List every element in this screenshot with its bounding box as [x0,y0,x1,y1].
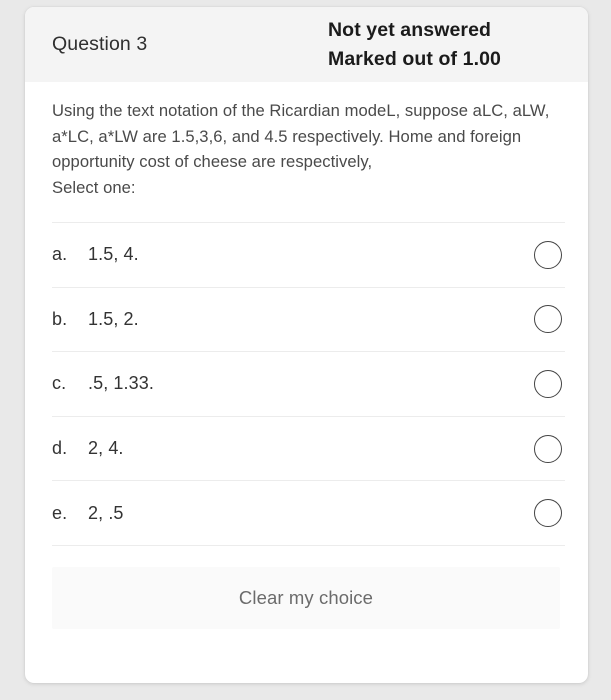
marks-status: Marked out of 1.00 [328,47,502,70]
answer-options-list: a. 1.5, 4. b. 1.5, 2. c. .5, 1.33. d. 2, [25,222,588,545]
radio-button-c[interactable] [534,369,562,398]
option-row-a[interactable]: a. 1.5, 4. [52,222,565,287]
question-text-container: Using the text notation of the Ricardian… [25,82,588,200]
answer-status: Not yet answered [328,18,492,41]
clear-choice-container: Clear my choice [52,544,565,629]
option-text: 1.5, 2. [88,308,139,329]
option-row-b[interactable]: b. 1.5, 2. [52,286,565,352]
option-letter: e. [52,502,68,523]
question-text: Using the text notation of the Ricardian… [52,101,550,171]
option-row-d[interactable]: d. 2, 4. [52,415,565,481]
option-letter: b. [52,308,68,329]
option-row-c[interactable]: c. .5, 1.33. [52,351,565,416]
option-text: 1.5, 4. [88,244,139,265]
radio-button-b[interactable] [534,305,562,334]
radio-button-d[interactable] [534,434,562,463]
option-text: 2, 4. [88,438,124,459]
option-letter: a. [52,244,68,265]
option-text: 2, .5 [88,502,124,523]
radio-button-e[interactable] [534,499,562,528]
question-body: Using the text notation of the Ricardian… [25,82,588,629]
question-number-container: Question 3 [25,7,328,82]
option-row-e[interactable]: e. 2, .5 [52,480,565,545]
question-card: Question 3 Not yet answered Marked out o… [25,7,588,683]
clear-my-choice-button[interactable]: Clear my choice [52,566,560,629]
question-number: Question 3 [52,33,148,55]
option-letter: c. [52,373,67,394]
question-status-container: Not yet answered Marked out of 1.00 [328,7,588,82]
option-text: .5, 1.33. [88,373,154,394]
quiz-page: Question 3 Not yet answered Marked out o… [0,0,611,700]
option-letter: d. [52,438,68,459]
question-header: Question 3 Not yet answered Marked out o… [25,7,588,82]
select-one-prompt: Select one: [52,177,136,197]
radio-button-a[interactable] [534,240,562,269]
